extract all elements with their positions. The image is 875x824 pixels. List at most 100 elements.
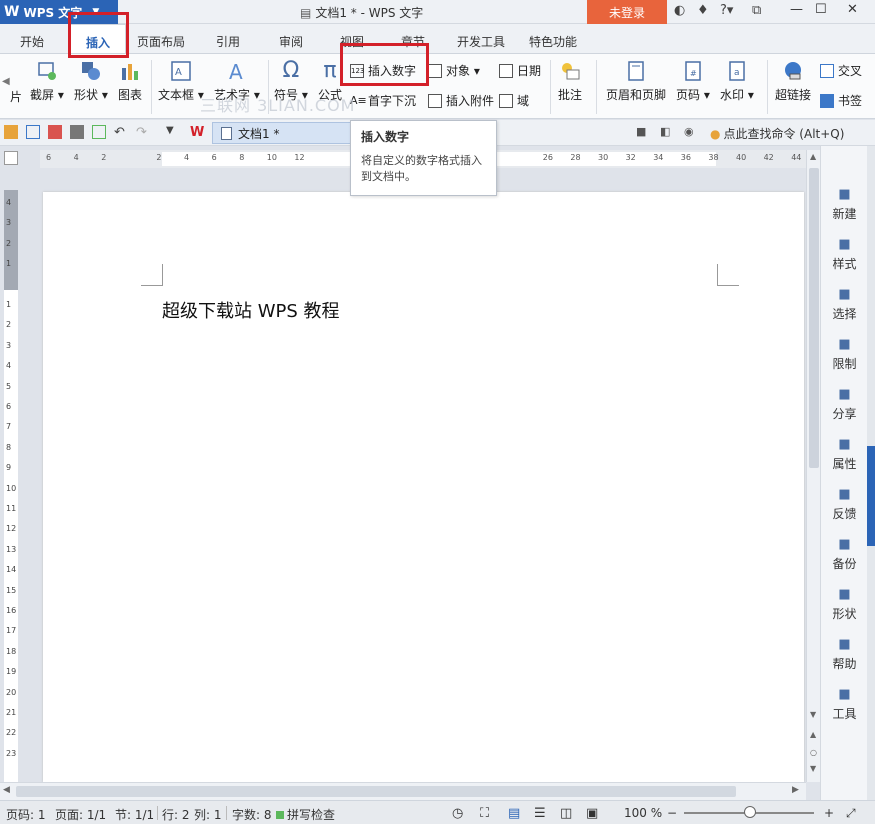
status-word-count[interactable]: 字数: 8 xyxy=(232,806,272,823)
scroll-down-icon[interactable]: ▼ xyxy=(810,710,816,719)
scroll-left-icon[interactable]: ◀ xyxy=(3,785,10,795)
sidebar-item[interactable]: ■ 帮助 xyxy=(821,638,868,672)
sidebar-item[interactable]: ■ 备份 xyxy=(821,538,868,572)
site-watermark: 三联网 3LIAN.COM xyxy=(200,96,356,115)
object-button[interactable]: 对象 ▾ xyxy=(428,62,480,79)
web-view-icon[interactable]: ▣ xyxy=(586,806,598,821)
status-col[interactable]: 列: 1 xyxy=(194,806,222,823)
open-folder-icon[interactable] xyxy=(4,125,18,139)
options-icon[interactable]: ◉ xyxy=(684,125,698,139)
print-preview-icon[interactable] xyxy=(92,125,106,139)
textbox-button[interactable]: A 文本框 ▾ xyxy=(158,60,204,103)
sidebar-edge[interactable] xyxy=(867,146,875,800)
chart-button[interactable]: 图表 xyxy=(118,60,142,103)
prev-page-icon[interactable]: ▲ xyxy=(810,730,816,739)
status-page[interactable]: 页面: 1/1 xyxy=(55,806,106,823)
right-sidebar: ■ 新建 ■ 样式 ■ 选择 ■ 限制 ■ 分享 ■ 属性 ■ 反馈 ■ 备份 ■ 形状 ■ 帮助 ■ 工具 xyxy=(820,146,867,800)
zoom-out-icon[interactable]: − xyxy=(667,806,677,820)
scroll-up-icon[interactable]: ▲ xyxy=(810,152,816,161)
horizontal-scrollbar[interactable]: ◀ ▶ xyxy=(0,782,806,800)
document-tab[interactable]: 文档1 * xyxy=(212,122,352,144)
next-page-icon[interactable]: ▼ xyxy=(810,764,816,773)
page-number-button[interactable]: # 页码 ▾ xyxy=(676,60,710,103)
reading-view-icon[interactable]: ◫ xyxy=(560,806,572,821)
sidebar-item[interactable]: ■ 工具 xyxy=(821,688,868,722)
shapes-icon xyxy=(81,62,100,80)
page-view-icon[interactable]: ▤ xyxy=(508,806,520,821)
maximize-button[interactable]: ☐ xyxy=(815,2,827,17)
zoom-in-icon[interactable]: + xyxy=(824,806,834,820)
hscroll-thumb[interactable] xyxy=(16,786,736,797)
shapes-button[interactable]: 形状 ▾ xyxy=(74,60,108,103)
print-icon[interactable] xyxy=(70,125,84,139)
ribbon-scroll-left-icon[interactable]: ◀ xyxy=(2,76,10,87)
find-command-box[interactable]: ● 点此查找命令 (Alt+Q) xyxy=(710,125,844,142)
outline-view-icon[interactable]: ☰ xyxy=(534,806,546,821)
status-row[interactable]: 行: 2 xyxy=(162,806,190,823)
insert-attachment-button[interactable]: 插入附件 xyxy=(428,92,494,109)
login-button[interactable]: 未登录 xyxy=(587,0,667,24)
sidebar-item[interactable]: ■ 限制 xyxy=(821,338,868,372)
revision-icon[interactable]: ◷ xyxy=(452,806,463,821)
sidebar-item[interactable]: ■ 反馈 xyxy=(821,488,868,522)
header-footer-button[interactable]: 页眉和页脚 xyxy=(606,60,666,103)
shape-icon: ■ xyxy=(838,587,851,602)
minimize-button[interactable]: — xyxy=(790,2,803,17)
full-screen-icon[interactable]: ⛶ xyxy=(480,806,489,821)
field-button[interactable]: 域 xyxy=(499,92,529,109)
vertical-ruler[interactable]: 4 3 2 1 1 2 3 4 5 6 7 8 9 10 11 12 13 14 15 16 17 18 19 20 21 22 2… xyxy=(4,190,18,782)
insert-number-tooltip: 插入数字 将自定义的数字格式插入到文档中。 xyxy=(350,120,497,196)
watermark-button[interactable]: a 水印 ▾ xyxy=(720,60,754,103)
screenshot-button[interactable]: 截屏 ▾ xyxy=(30,60,64,103)
tab-developer[interactable]: 开发工具 xyxy=(457,33,505,50)
sidebar-item[interactable]: ■ 选择 xyxy=(821,288,868,322)
ruler-tick: 10 xyxy=(6,483,17,493)
close-button[interactable]: ✕ xyxy=(847,2,858,17)
bookmark-icon xyxy=(820,93,834,108)
help-icon[interactable]: ?▾ xyxy=(720,3,733,18)
undo-icon[interactable]: ↶ xyxy=(114,125,128,140)
tab-home[interactable]: 开始 xyxy=(20,33,44,50)
tab-page-layout[interactable]: 页面布局 xyxy=(137,33,185,50)
hyperlink-button[interactable]: 超链接 xyxy=(775,60,811,103)
sidebar-item[interactable]: ■ 样式 xyxy=(821,238,868,272)
spell-check-toggle[interactable]: 拼写检查 xyxy=(276,806,335,823)
bookmark-button[interactable]: 书签 xyxy=(820,92,862,109)
sidebar-item[interactable]: ■ 分享 xyxy=(821,388,868,422)
tab-references[interactable]: 引用 xyxy=(216,33,240,50)
layout-icon[interactable]: ◧ xyxy=(660,125,674,139)
vertical-scrollbar[interactable]: ▲ ▼ ▲ ○ ▼ xyxy=(806,150,820,782)
cross-reference-button[interactable]: 交叉 xyxy=(820,62,862,79)
restore-window-icon[interactable]: ⧉ xyxy=(752,3,761,18)
tab-review[interactable]: 审阅 xyxy=(279,33,303,50)
sidebar-item[interactable]: ■ 属性 xyxy=(821,438,868,472)
screenshot-icon xyxy=(38,62,56,80)
zoom-level[interactable]: 100 % xyxy=(624,806,662,820)
status-page-code[interactable]: 页码: 1 xyxy=(6,806,46,823)
document-page[interactable] xyxy=(43,192,804,782)
fit-window-icon[interactable]: ⤢ xyxy=(846,806,856,821)
tab-special-features[interactable]: 特色功能 xyxy=(529,33,577,50)
date-button[interactable]: 日期 xyxy=(499,62,541,79)
ruler-tick: 22 xyxy=(6,728,17,738)
document-body-text[interactable]: 超级下载站 WPS 教程 xyxy=(162,297,340,323)
ruler-tick: 38 xyxy=(708,153,719,162)
save-icon[interactable] xyxy=(26,125,40,139)
scrollbar-thumb[interactable] xyxy=(809,168,819,468)
first-char-sink-button[interactable]: A≡ 首字下沉 xyxy=(350,92,416,109)
scroll-right-icon[interactable]: ▶ xyxy=(792,785,799,795)
comment-button[interactable]: 批注 xyxy=(558,60,582,103)
redo-icon[interactable]: ↷ xyxy=(136,125,150,140)
zoom-slider-knob[interactable] xyxy=(744,806,756,818)
sidebar-item[interactable]: ■ 形状 xyxy=(821,588,868,622)
shirt-icon[interactable]: ♦ xyxy=(697,3,709,18)
toolbox-icon: ■ xyxy=(838,687,851,702)
ruler-tab-selector[interactable] xyxy=(4,151,18,165)
view-icon[interactable]: ■ xyxy=(636,125,650,139)
customize-toolbar-icon[interactable]: ▼ xyxy=(166,125,180,139)
export-pdf-icon[interactable] xyxy=(48,125,62,139)
sidebar-item[interactable]: ■ 新建 xyxy=(821,188,868,222)
select-browse-icon[interactable]: ○ xyxy=(810,748,817,757)
skin-icon[interactable]: ◐ xyxy=(674,3,685,18)
status-section[interactable]: 节: 1/1 xyxy=(115,806,154,823)
